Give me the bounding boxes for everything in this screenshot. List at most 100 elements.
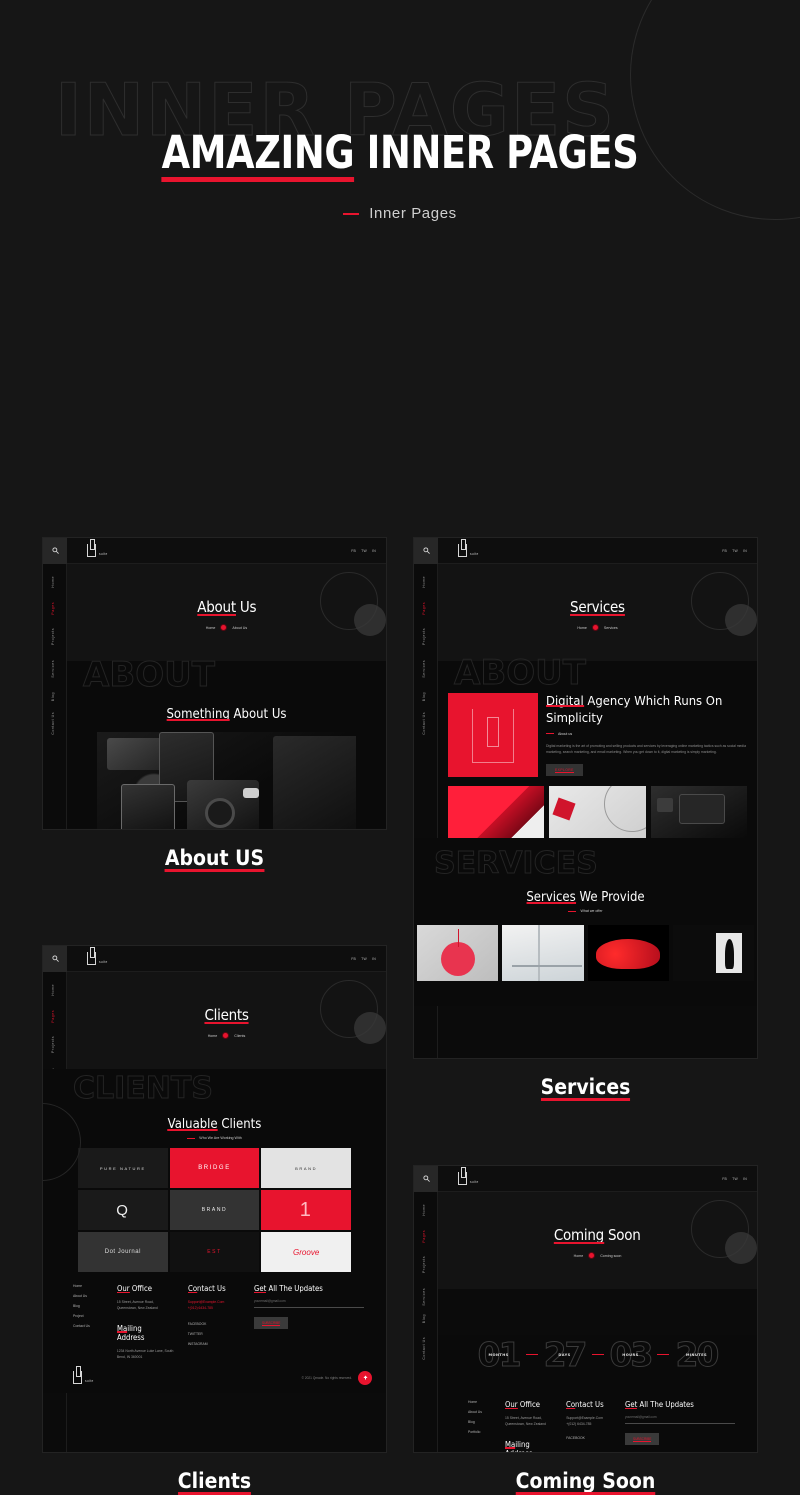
social-fb[interactable]: FB: [722, 549, 727, 553]
footer-link[interactable]: Blog: [73, 1304, 103, 1308]
sidebar-item-projects[interactable]: Projects: [51, 628, 55, 645]
screenshot-services[interactable]: suite FB TW IN Home Pages Projects Servi…: [413, 537, 758, 1059]
newsletter-email-input[interactable]: youremail@gmail.com: [254, 1299, 364, 1308]
card-services[interactable]: suite FB TW IN Home Pages Projects Servi…: [413, 537, 758, 1099]
sidebar-item-projects[interactable]: Projects: [422, 628, 426, 645]
client-logo-cell[interactable]: BRAND: [261, 1148, 351, 1188]
sidebar-item-pages[interactable]: Pages: [422, 1230, 426, 1243]
client-logo-cell[interactable]: EST: [169, 1232, 260, 1272]
footer-link[interactable]: Blog: [468, 1420, 491, 1424]
service-thumb-label[interactable]: [417, 925, 499, 981]
footer-link[interactable]: Contact Us: [73, 1324, 103, 1328]
footer-social-link[interactable]: FACEBOOK: [566, 1436, 611, 1440]
sidebar-item-pages[interactable]: Pages: [422, 602, 426, 615]
sidebar-item-projects[interactable]: Projects: [51, 1036, 55, 1053]
sidebar-item-home[interactable]: Home: [51, 576, 55, 588]
sidebar-item-blog[interactable]: Blog: [51, 692, 55, 701]
thumbnail-ferris-wheel[interactable]: [549, 786, 646, 838]
subscribe-button[interactable]: SUBSCRIBE: [254, 1317, 289, 1329]
thumbnail-devices[interactable]: [650, 786, 747, 838]
service-thumb-bridge[interactable]: [502, 925, 584, 981]
sidebar-item-services[interactable]: Services: [422, 660, 426, 678]
footer-link[interactable]: Portfolio: [468, 1430, 491, 1434]
footer-links[interactable]: Home About Us Blog Project Contact Us: [73, 1284, 103, 1361]
social-links[interactable]: FB TW IN: [351, 957, 376, 961]
sidebar-item-services[interactable]: Services: [422, 1288, 426, 1306]
footer-logo[interactable]: suite: [73, 1366, 94, 1385]
contact-phone[interactable]: +(012) 6434-785: [566, 1421, 611, 1427]
screenshot-coming-soon[interactable]: suite FB TW IN Home Pages Projects Servi…: [413, 1165, 758, 1453]
thumbnail-red-abstract[interactable]: [448, 786, 545, 838]
breadcrumb-home[interactable]: Home: [577, 626, 587, 630]
social-tw[interactable]: TW: [732, 1177, 738, 1181]
footer-social-link[interactable]: INSTAGRAM: [188, 1342, 240, 1346]
side-navigation[interactable]: Home Pages Projects Services Blog Contac…: [43, 564, 67, 829]
footer-link[interactable]: Home: [468, 1400, 491, 1404]
social-in[interactable]: IN: [372, 957, 376, 961]
card-coming-soon[interactable]: suite FB TW IN Home Pages Projects Servi…: [413, 1165, 758, 1493]
subscribe-button[interactable]: SUBSCRIBE: [625, 1433, 660, 1445]
social-fb[interactable]: FB: [351, 549, 356, 553]
sidebar-item-pages[interactable]: Pages: [51, 602, 55, 615]
footer-link[interactable]: Project: [73, 1314, 103, 1318]
explore-button[interactable]: EXPLORE: [546, 764, 583, 777]
social-links[interactable]: FB TW IN: [351, 549, 376, 553]
footer-links[interactable]: Home About Us Blog Portfolio: [468, 1400, 491, 1452]
card-about-us[interactable]: suite FB TW IN Home Pages Projects Servi…: [42, 537, 387, 870]
site-logo[interactable]: suite: [458, 1167, 479, 1185]
social-links[interactable]: FB TW IN: [722, 549, 747, 553]
client-logo-cell[interactable]: 1: [261, 1190, 351, 1230]
sidebar-item-contact[interactable]: Contact Us: [51, 712, 55, 735]
breadcrumb-home[interactable]: Home: [208, 1034, 218, 1038]
breadcrumb-home[interactable]: Home: [206, 626, 216, 630]
site-logo[interactable]: suite: [87, 539, 108, 557]
footer-link[interactable]: Home: [73, 1284, 103, 1288]
social-fb[interactable]: FB: [722, 1177, 727, 1181]
card-clients[interactable]: suite FB TW IN Home Pages Projects Servi…: [42, 945, 387, 1493]
client-logo-cell[interactable]: BRAND: [169, 1190, 260, 1230]
sidebar-item-home[interactable]: Home: [422, 1204, 426, 1216]
social-links[interactable]: FB TW IN: [722, 1177, 747, 1181]
service-thumb-dancer[interactable]: [672, 925, 754, 981]
footer-social-link[interactable]: FACEBOOK: [188, 1322, 240, 1326]
side-navigation[interactable]: Home Pages Projects Services Blog Contac…: [414, 1192, 438, 1452]
sidebar-item-pages[interactable]: Pages: [51, 1010, 55, 1023]
footer-link[interactable]: About Us: [73, 1294, 103, 1298]
sidebar-item-home[interactable]: Home: [422, 576, 426, 588]
sidebar-item-services[interactable]: Services: [51, 660, 55, 678]
client-logo-cell[interactable]: BRIDGE: [169, 1148, 260, 1188]
sidebar-item-contact[interactable]: Contact Us: [422, 1337, 426, 1360]
footer-social-links[interactable]: FACEBOOK: [566, 1436, 611, 1440]
client-logo-cell[interactable]: Groove: [261, 1232, 351, 1272]
search-button[interactable]: [43, 538, 67, 564]
client-logo-cell[interactable]: PURE NATURE: [78, 1148, 168, 1188]
back-to-top-button[interactable]: [358, 1370, 372, 1385]
social-in[interactable]: IN: [372, 549, 376, 553]
newsletter-email-input[interactable]: youremail@gmail.com: [625, 1415, 735, 1424]
footer-social-links[interactable]: FACEBOOK TWITTER INSTAGRAM: [188, 1322, 240, 1346]
service-thumb-flower[interactable]: [587, 925, 669, 981]
footer-link[interactable]: About Us: [468, 1410, 491, 1414]
client-logo-cell[interactable]: Dot Journal: [78, 1232, 168, 1272]
sidebar-item-blog[interactable]: Blog: [422, 1314, 426, 1323]
contact-phone[interactable]: +(012) 6434-785: [188, 1305, 240, 1311]
sidebar-item-contact[interactable]: Contact Us: [422, 712, 426, 735]
search-button[interactable]: [43, 946, 67, 972]
social-tw[interactable]: TW: [361, 957, 367, 961]
social-in[interactable]: IN: [743, 1177, 747, 1181]
screenshot-about-us[interactable]: suite FB TW IN Home Pages Projects Servi…: [42, 537, 387, 830]
site-logo[interactable]: suite: [87, 947, 108, 965]
sidebar-item-projects[interactable]: Projects: [422, 1256, 426, 1273]
social-tw[interactable]: TW: [361, 549, 367, 553]
social-tw[interactable]: TW: [732, 549, 738, 553]
site-logo[interactable]: suite: [458, 539, 479, 557]
search-button[interactable]: [414, 538, 438, 564]
footer-social-link[interactable]: TWITTER: [188, 1332, 240, 1336]
social-in[interactable]: IN: [743, 549, 747, 553]
sidebar-item-blog[interactable]: Blog: [422, 692, 426, 701]
social-fb[interactable]: FB: [351, 957, 356, 961]
sidebar-item-home[interactable]: Home: [51, 984, 55, 996]
breadcrumb-home[interactable]: Home: [574, 1254, 584, 1258]
client-logo-cell[interactable]: Q: [78, 1190, 168, 1230]
search-button[interactable]: [414, 1166, 438, 1192]
